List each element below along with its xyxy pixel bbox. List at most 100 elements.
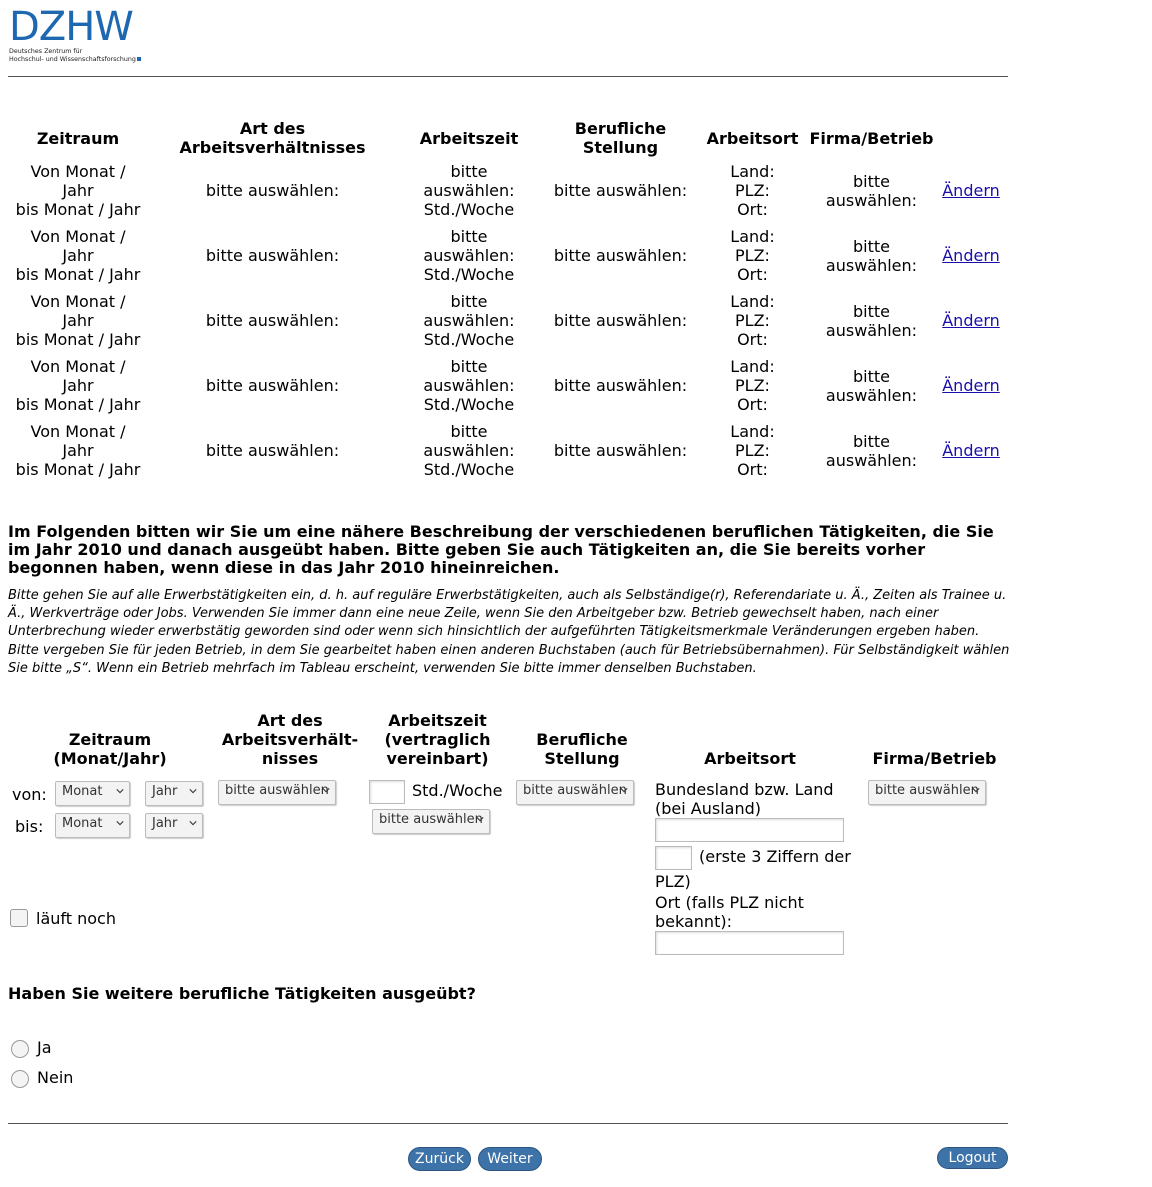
form-header-zeitraum: Zeitraum (Monat/Jahr)	[53, 730, 167, 768]
intro-paragraph-1: Bitte gehen Sie auf alle Erwerbstätigkei…	[8, 588, 1007, 640]
summary-header-arbeitsort: Arbeitsort	[706, 128, 799, 148]
table-row: Von Monat / Jahr bis Monat / Jahr bitte aus…	[8, 353, 1004, 418]
next-button[interactable]: Weiter	[478, 1147, 542, 1171]
von-label: von:	[12, 785, 47, 804]
summary-cell-zeitraum: Von Monat / Jahr bis Monat / Jahr	[15, 162, 141, 219]
summary-cell-action: Ändern	[938, 158, 1004, 223]
form-header-arbeitsort: Arbeitsort	[704, 749, 796, 768]
summary-cell-zeitraum: Von Monat / Jahr bis Monat / Jahr	[15, 422, 141, 479]
std-woche-input[interactable]	[369, 780, 405, 804]
form-header-arbeitszeit: Arbeitszeit (vertraglich vereinbart)	[384, 711, 491, 768]
plz-hint-2: PLZ)	[655, 872, 691, 891]
summary-header-zeitraum: Zeitraum	[36, 128, 120, 148]
intro-heading: Im Folgenden bitten wir Sie um eine nähe…	[8, 522, 994, 577]
summary-cell-firma: bitte auswählen:	[825, 431, 918, 470]
bottom-divider	[8, 1123, 1008, 1124]
summary-header-stellung: Berufliche Stellung	[574, 119, 667, 157]
aendern-link[interactable]: Ändern	[942, 181, 1000, 200]
chevron-down-icon	[116, 789, 124, 794]
chevron-down-icon	[189, 789, 197, 794]
laeuft-noch-label: läuft noch	[36, 909, 116, 928]
summary-cell-action: Ändern	[938, 223, 1004, 288]
bis-monat-select[interactable]: Monat	[55, 813, 130, 838]
summary-cell-action: Ändern	[938, 288, 1004, 353]
summary-cell-stellung: bitte auswählen:	[553, 311, 688, 330]
table-row: Von Monat / Jahr bis Monat / Jahr bitte aus…	[8, 288, 1004, 353]
radio-nein[interactable]	[11, 1070, 29, 1088]
summary-cell-arbeitszeit: bitte auswählen: Std./Woche	[423, 292, 515, 349]
ort-input[interactable]	[655, 931, 844, 955]
table-row: Von Monat / Jahr bis Monat / Jahr bitte aus…	[8, 223, 1004, 288]
aendern-link[interactable]: Ändern	[942, 311, 1000, 330]
intro-paragraph-2: Bitte vergeben Sie für jeden Betrieb, in…	[8, 642, 1010, 676]
summary-cell-action: Ändern	[938, 418, 1004, 483]
summary-header-firma: Firma/Betrieb	[809, 128, 934, 148]
summary-header-arbeitszeit: Arbeitszeit	[419, 128, 519, 148]
radio-ja-label: Ja	[37, 1038, 52, 1057]
summary-cell-firma: bitte auswählen:	[825, 301, 918, 340]
logo-square-icon	[136, 57, 141, 61]
summary-cell-arbeitszeit: bitte auswählen: Std./Woche	[423, 422, 515, 479]
summary-cell-arbeitszeit: bitte auswählen: Std./Woche	[423, 162, 515, 219]
aendern-link[interactable]: Ändern	[942, 246, 1000, 265]
form-header-stellung: Berufliche Stellung	[536, 730, 628, 768]
summary-cell-firma: bitte auswählen:	[825, 171, 918, 210]
summary-header-action	[938, 118, 1004, 158]
form-header-art: Art des Arbeitsverhält-nisses	[221, 711, 359, 768]
radio-nein-label: Nein	[37, 1068, 74, 1087]
summary-cell-arbeitsort: Land: PLZ: Ort:	[730, 292, 775, 349]
summary-cell-art: bitte auswählen:	[205, 181, 340, 200]
activities-summary-table: Zeitraum Art des Arbeitsverhältnisses Ar…	[8, 118, 1004, 483]
back-button[interactable]: Zurück	[408, 1147, 471, 1171]
plz-input[interactable]	[655, 846, 692, 870]
laeuft-noch-checkbox[interactable]	[10, 909, 28, 927]
chevron-down-icon	[476, 817, 484, 822]
further-activities-question: Haben Sie weitere berufliche Tätigkeiten…	[8, 984, 476, 1003]
logout-button[interactable]: Logout	[937, 1147, 1008, 1169]
plz-hint-1: (erste 3 Ziffern der	[699, 847, 851, 866]
summary-cell-stellung: bitte auswählen:	[553, 376, 688, 395]
summary-cell-stellung: bitte auswählen:	[553, 441, 688, 460]
table-row: Von Monat / Jahr bis Monat / Jahr bitte aus…	[8, 158, 1004, 223]
summary-cell-action: Ändern	[938, 353, 1004, 418]
bundesland-label: Bundesland bzw. Land (bei Ausland)	[655, 780, 834, 818]
summary-header-art: Art des Arbeitsverhältnisses	[179, 119, 366, 157]
summary-cell-zeitraum: Von Monat / Jahr bis Monat / Jahr	[15, 227, 141, 284]
summary-cell-arbeitszeit: bitte auswählen: Std./Woche	[423, 227, 515, 284]
von-monat-select[interactable]: Monat	[55, 781, 130, 806]
summary-cell-stellung: bitte auswählen:	[553, 181, 688, 200]
summary-cell-arbeitsort: Land: PLZ: Ort:	[730, 422, 775, 479]
aendern-link[interactable]: Ändern	[942, 376, 1000, 395]
chevron-down-icon	[322, 788, 330, 793]
std-woche-label: Std./Woche	[412, 781, 503, 800]
logo-subline-2: Hochschul- und Wissenschaftsforschung	[9, 56, 136, 63]
firma-select[interactable]: bitte auswählen	[868, 780, 986, 805]
summary-cell-firma: bitte auswählen:	[825, 236, 918, 275]
chevron-down-icon	[189, 821, 197, 826]
summary-cell-art: bitte auswählen:	[205, 246, 340, 265]
logo-wordmark: DZHW	[9, 4, 134, 50]
bis-jahr-select[interactable]: Jahr	[145, 813, 203, 838]
form-header-firma: Firma/Betrieb	[872, 749, 997, 768]
chevron-down-icon	[972, 788, 980, 793]
art-select[interactable]: bitte auswählen	[218, 780, 336, 805]
summary-cell-arbeitsort: Land: PLZ: Ort:	[730, 162, 775, 219]
summary-header-row: Zeitraum Art des Arbeitsverhältnisses Ar…	[8, 118, 1004, 158]
radio-ja[interactable]	[11, 1040, 29, 1058]
aendern-link[interactable]: Ändern	[942, 441, 1000, 460]
summary-cell-zeitraum: Von Monat / Jahr bis Monat / Jahr	[15, 357, 141, 414]
von-jahr-select[interactable]: Jahr	[145, 781, 203, 806]
summary-cell-arbeitsort: Land: PLZ: Ort:	[730, 227, 775, 284]
top-divider	[8, 76, 1008, 77]
arbeitszeit-select[interactable]: bitte auswählen	[372, 809, 490, 834]
intro-instructions: Bitte gehen Sie auf alle Erwerbstätigkei…	[8, 587, 1018, 678]
summary-cell-arbeitszeit: bitte auswählen: Std./Woche	[423, 357, 515, 414]
stellung-select[interactable]: bitte auswählen	[516, 780, 634, 805]
bundesland-input[interactable]	[655, 818, 844, 842]
bis-label: bis:	[15, 817, 44, 836]
summary-cell-arbeitsort: Land: PLZ: Ort:	[730, 357, 775, 414]
summary-cell-art: bitte auswählen:	[205, 376, 340, 395]
dzhw-logo: DZHW Deutsches Zentrum für Hochschul- un…	[9, 4, 141, 66]
summary-cell-stellung: bitte auswählen:	[553, 246, 688, 265]
ort-label: Ort (falls PLZ nicht bekannt):	[655, 893, 804, 931]
